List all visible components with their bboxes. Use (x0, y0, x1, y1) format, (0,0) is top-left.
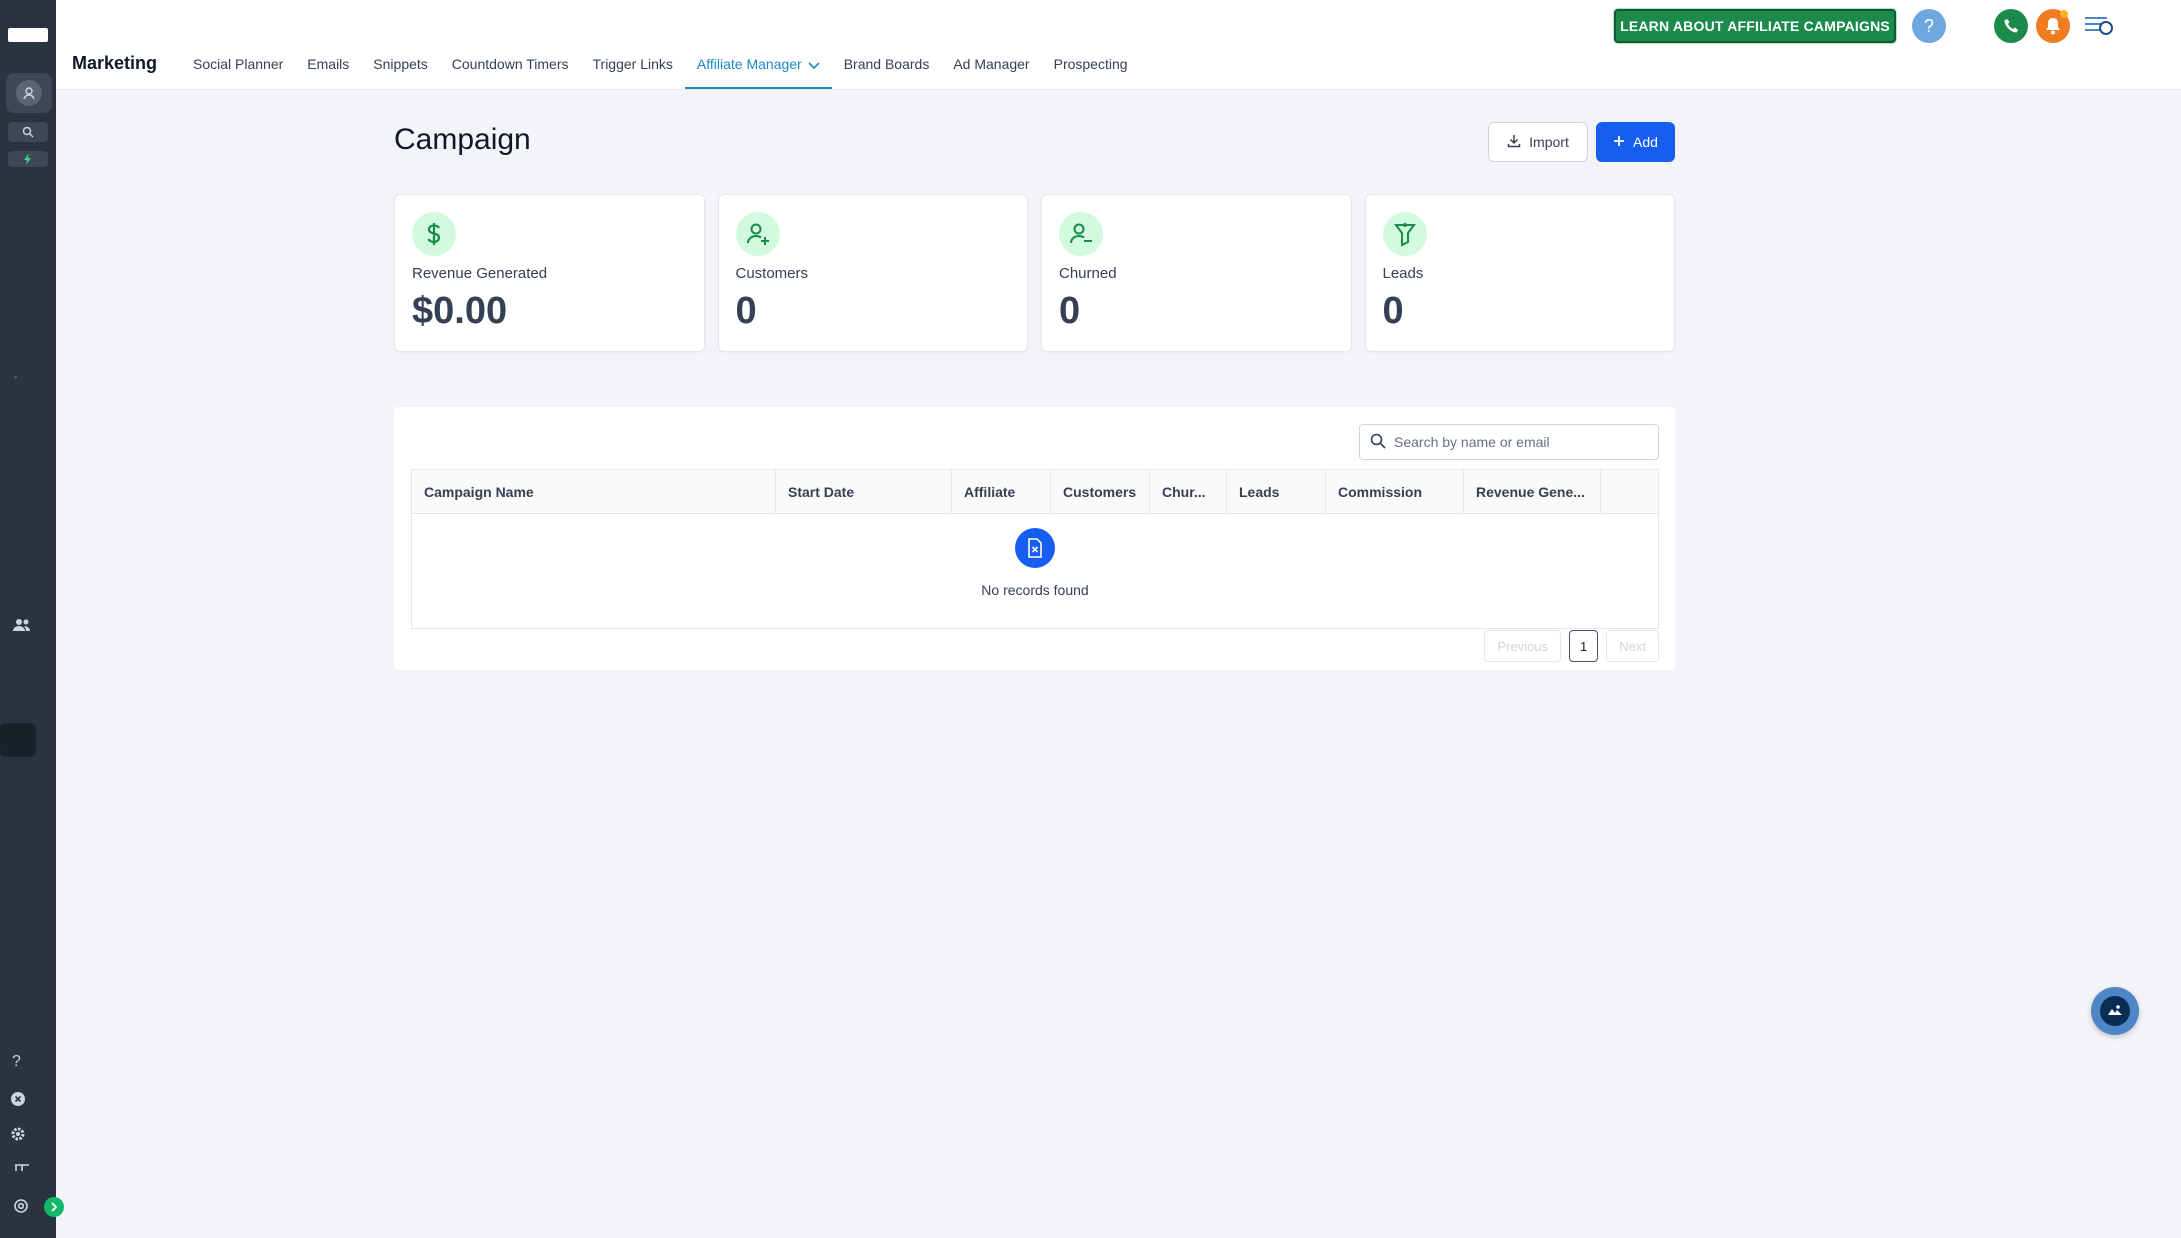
add-button-label: Add (1633, 134, 1658, 150)
gear-icon[interactable] (10, 1126, 26, 1147)
search-input[interactable] (1394, 434, 1644, 450)
stat-label: Churned (1059, 265, 1117, 282)
settings-icon[interactable] (12, 1197, 30, 1220)
logo[interactable] (8, 28, 48, 42)
learn-affiliate-campaigns-button[interactable]: LEARN ABOUT AFFILIATE CAMPAIGNS (1614, 9, 1896, 43)
table-header: Campaign Name Start Date Affiliate Custo… (412, 470, 1658, 514)
sidebar: - ? (0, 0, 56, 1238)
close-circle-icon[interactable] (10, 1091, 26, 1112)
page-1-button[interactable]: 1 (1569, 630, 1599, 662)
search-icon[interactable] (8, 122, 48, 142)
column-header[interactable]: Revenue Gene... (1464, 470, 1601, 513)
search-field[interactable] (1359, 424, 1659, 460)
column-header[interactable]: Customers (1051, 470, 1150, 513)
stat-card-customers: Customers 0 (717, 194, 1028, 352)
sidebar-active-slot[interactable] (0, 723, 36, 757)
column-header[interactable]: Chur... (1150, 470, 1227, 513)
pagination: Previous 1 Next (1484, 630, 1659, 662)
section-title: Marketing (72, 53, 158, 73)
stat-card-churned: Churned 0 (1041, 194, 1352, 352)
stat-label: Revenue Generated (412, 265, 548, 282)
tab-emails[interactable]: Emails (295, 46, 361, 89)
tab-prospecting[interactable]: Prospecting (1042, 46, 1140, 89)
tab-social-planner[interactable]: Social Planner (181, 46, 295, 89)
column-header[interactable]: Affiliate (952, 470, 1051, 513)
tab-brand-boards[interactable]: Brand Boards (832, 46, 942, 89)
download-icon (1507, 134, 1521, 151)
people-icon[interactable] (12, 618, 32, 637)
stat-value: 0 (1059, 290, 1081, 332)
dollar-icon (412, 212, 456, 256)
tab-snippets[interactable]: Snippets (361, 46, 439, 89)
page-title: Campaign (394, 123, 531, 156)
search-icon (1370, 433, 1386, 452)
user-minus-icon (1059, 212, 1103, 256)
import-button-label: Import (1529, 134, 1569, 150)
menu-icon[interactable] (2080, 10, 2116, 40)
tab-trigger-links[interactable]: Trigger Links (581, 46, 685, 89)
hierarchy-icon[interactable] (14, 1162, 30, 1177)
user-plus-icon (735, 212, 780, 256)
tab-affiliate-manager[interactable]: Affiliate Manager (684, 46, 832, 89)
stats-cards: Revenue Generated $0.00 Customers 0 Chur… (394, 194, 1675, 352)
notification-dot (2060, 10, 2068, 18)
next-button[interactable]: Next (1606, 630, 1659, 662)
stat-value: 0 (1382, 290, 1404, 332)
stat-card-revenue: Revenue Generated $0.00 (394, 194, 705, 352)
import-button[interactable]: Import (1488, 122, 1588, 162)
bolt-icon[interactable] (8, 151, 48, 167)
empty-state: No records found (412, 514, 1658, 628)
phone-icon[interactable] (1994, 9, 2028, 43)
funnel-icon (1382, 212, 1427, 256)
campaign-table-panel: Campaign Name Start Date Affiliate Custo… (394, 407, 1675, 670)
add-button[interactable]: Add (1596, 122, 1675, 162)
column-header (1601, 470, 1658, 513)
column-header[interactable]: Start Date (776, 470, 952, 513)
stat-label: Leads (1382, 265, 1424, 282)
expand-icon[interactable] (44, 1197, 64, 1217)
chat-widget-button[interactable] (2091, 987, 2139, 1035)
campaign-table: Campaign Name Start Date Affiliate Custo… (411, 469, 1659, 629)
help-icon[interactable]: ? (12, 1053, 21, 1071)
chat-icon (2100, 996, 2130, 1026)
stat-value: $0.00 (412, 290, 508, 332)
plus-icon (1613, 134, 1625, 150)
stat-value: 0 (735, 290, 757, 332)
stat-label: Customers (735, 265, 809, 282)
tab-affiliate-manager-label: Affiliate Manager (696, 56, 802, 72)
help-button[interactable]: ? (1912, 9, 1946, 43)
column-header[interactable]: Leads (1227, 470, 1326, 513)
empty-file-icon (1015, 528, 1055, 568)
chevron-down-icon (808, 57, 820, 73)
top-nav: Social Planner Emails Snippets Countdown… (181, 46, 1140, 89)
stat-card-leads: Leads 0 (1364, 194, 1675, 352)
column-header[interactable]: Campaign Name (412, 470, 776, 513)
account-switcher[interactable] (6, 73, 52, 113)
tab-ad-manager[interactable]: Ad Manager (941, 46, 1041, 89)
previous-button[interactable]: Previous (1484, 630, 1562, 662)
empty-state-text: No records found (981, 582, 1089, 598)
sidebar-divider: - (14, 372, 18, 383)
avatar-icon (16, 80, 42, 106)
column-header[interactable]: Commission (1326, 470, 1464, 513)
tab-countdown-timers[interactable]: Countdown Timers (440, 46, 581, 89)
